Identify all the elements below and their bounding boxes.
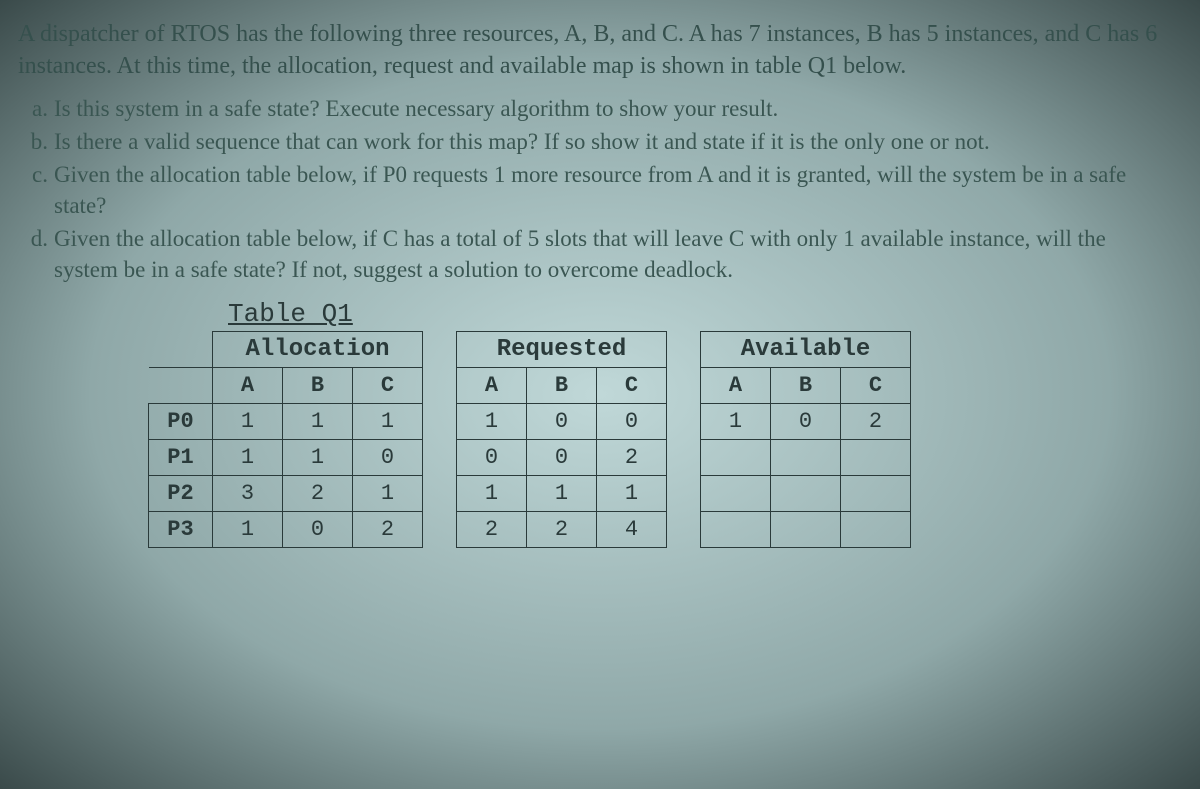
alloc-col-B: B <box>283 368 353 404</box>
cell: 1 <box>353 476 423 512</box>
cell: 0 <box>283 512 353 548</box>
avail-col-C: C <box>841 368 911 404</box>
req-col-B: B <box>527 368 597 404</box>
proc-label: P3 <box>149 512 213 548</box>
question-a: a. Is this system in a safe state? Execu… <box>54 93 1170 124</box>
cell: 2 <box>457 512 527 548</box>
cell: 0 <box>527 404 597 440</box>
cell: 1 <box>457 476 527 512</box>
allocation-header: Allocation <box>213 332 423 368</box>
req-col-A: A <box>457 368 527 404</box>
column-header-row: A B C A B C A B C <box>149 368 911 404</box>
cell: 2 <box>283 476 353 512</box>
alloc-col-C: C <box>353 368 423 404</box>
table-row: P3 1 0 2 2 2 4 <box>149 512 911 548</box>
question-d-text: Given the allocation table below, if C h… <box>54 226 1106 282</box>
gap <box>667 404 701 440</box>
gap <box>423 368 457 404</box>
cell: 0 <box>457 440 527 476</box>
alloc-col-A: A <box>213 368 283 404</box>
avail-col-B: B <box>771 368 841 404</box>
cell-empty <box>701 512 771 548</box>
blank-corner <box>149 332 213 368</box>
cell-empty <box>701 440 771 476</box>
proc-label: P1 <box>149 440 213 476</box>
gap <box>667 512 701 548</box>
question-list: a. Is this system in a safe state? Execu… <box>18 93 1170 285</box>
gap <box>423 512 457 548</box>
gap <box>423 440 457 476</box>
cell: 0 <box>353 440 423 476</box>
cell: 1 <box>457 404 527 440</box>
gap <box>667 368 701 404</box>
cell-empty <box>701 476 771 512</box>
cell-empty <box>771 512 841 548</box>
gap <box>667 440 701 476</box>
table-row: P2 3 2 1 1 1 1 <box>149 476 911 512</box>
cell: 0 <box>771 404 841 440</box>
cell: 1 <box>213 404 283 440</box>
available-header: Available <box>701 332 911 368</box>
question-b-text: Is there a valid sequence that can work … <box>54 129 990 154</box>
cell-empty <box>841 476 911 512</box>
intro-text: A dispatcher of RTOS has the following t… <box>18 18 1170 83</box>
blank-proc-header <box>149 368 213 404</box>
allocation-table: Allocation Requested Available A B C A B… <box>148 331 911 548</box>
cell: 1 <box>527 476 597 512</box>
cell: 2 <box>597 440 667 476</box>
cell-empty <box>771 476 841 512</box>
question-b: b. Is there a valid sequence that can wo… <box>54 126 1170 157</box>
gap <box>423 404 457 440</box>
question-a-text: Is this system in a safe state? Execute … <box>54 96 778 121</box>
cell: 1 <box>283 404 353 440</box>
cell-empty <box>771 440 841 476</box>
question-b-marker: b. <box>18 126 48 157</box>
table-row: P0 1 1 1 1 0 0 1 0 2 <box>149 404 911 440</box>
page: A dispatcher of RTOS has the following t… <box>0 0 1200 548</box>
cell: 2 <box>353 512 423 548</box>
table-title: Table Q1 <box>148 299 1170 329</box>
cell: 1 <box>213 512 283 548</box>
cell: 1 <box>213 440 283 476</box>
table-row: P1 1 1 0 0 0 2 <box>149 440 911 476</box>
gap <box>667 476 701 512</box>
gap <box>423 332 457 368</box>
cell-empty <box>841 440 911 476</box>
req-col-C: C <box>597 368 667 404</box>
cell: 2 <box>841 404 911 440</box>
question-c-marker: c. <box>18 159 48 190</box>
cell: 1 <box>283 440 353 476</box>
question-c-text: Given the allocation table below, if P0 … <box>54 162 1126 218</box>
question-c: c. Given the allocation table below, if … <box>54 159 1170 221</box>
cell: 1 <box>701 404 771 440</box>
cell: 1 <box>353 404 423 440</box>
cell: 4 <box>597 512 667 548</box>
gap <box>423 476 457 512</box>
gap <box>667 332 701 368</box>
question-a-marker: a. <box>18 93 48 124</box>
cell: 2 <box>527 512 597 548</box>
question-d-marker: d. <box>18 223 48 254</box>
group-header-row: Allocation Requested Available <box>149 332 911 368</box>
cell: 0 <box>597 404 667 440</box>
requested-header: Requested <box>457 332 667 368</box>
cell: 1 <box>597 476 667 512</box>
question-d: d. Given the allocation table below, if … <box>54 223 1170 285</box>
proc-label: P2 <box>149 476 213 512</box>
table-q1: Table Q1 Allocation Requested Available … <box>148 299 1170 548</box>
cell-empty <box>841 512 911 548</box>
cell: 3 <box>213 476 283 512</box>
avail-col-A: A <box>701 368 771 404</box>
proc-label: P0 <box>149 404 213 440</box>
cell: 0 <box>527 440 597 476</box>
